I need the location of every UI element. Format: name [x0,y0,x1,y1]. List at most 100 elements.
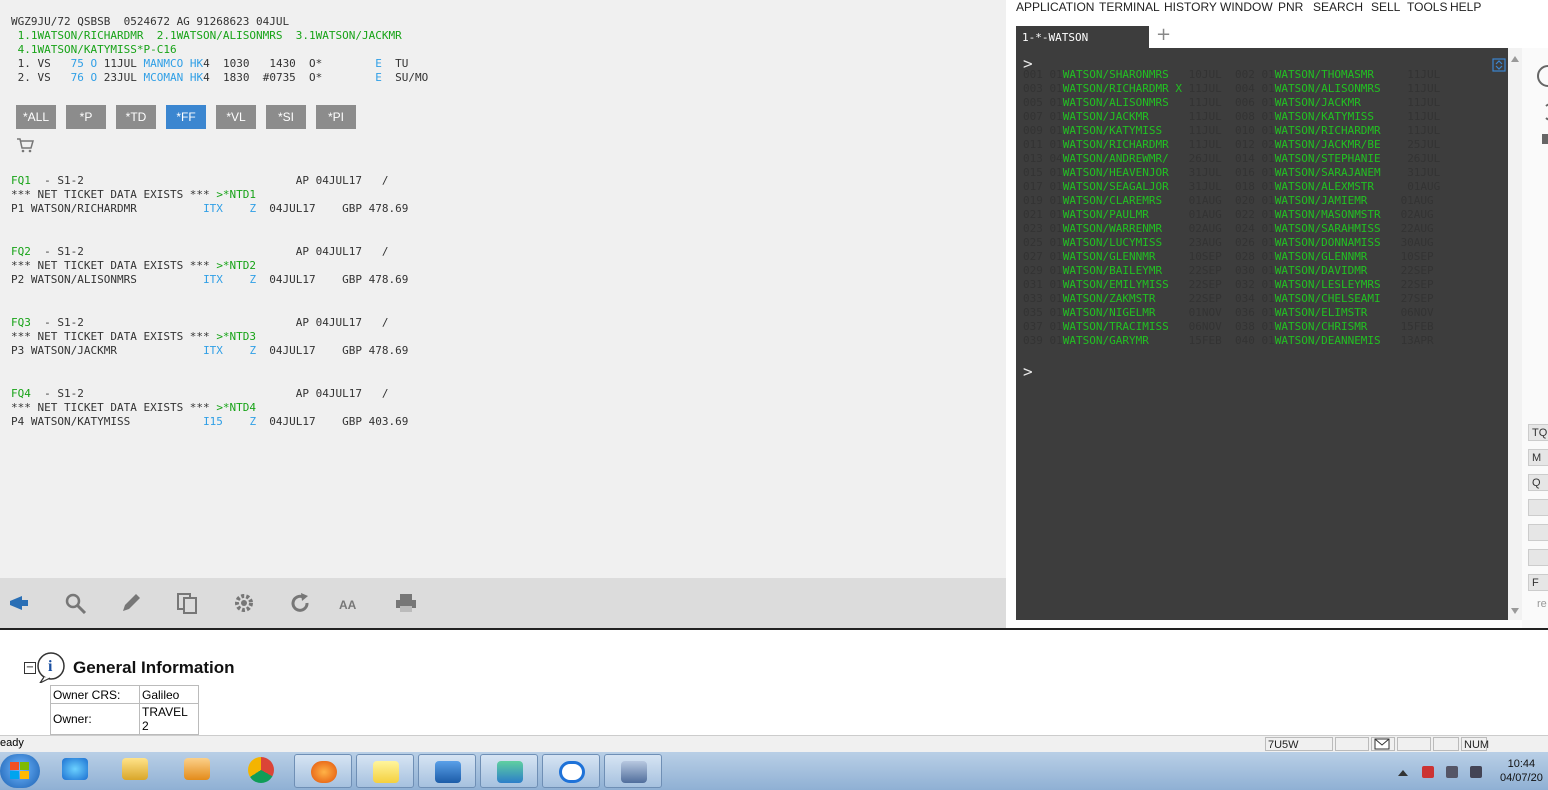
result-name-link[interactable]: WATSON/BAILEYMR [1063,264,1182,277]
side-button[interactable]: F [1528,574,1548,591]
result-name-link[interactable]: WATSON/ZAKMSTR [1063,292,1182,305]
result-name-link[interactable]: WATSON/JACKMR [1275,96,1401,109]
command-button[interactable]: *VL [216,105,256,129]
side-button[interactable]: Q [1528,474,1548,491]
result-name-link[interactable]: WATSON/HEAVENJOR [1063,166,1182,179]
result-name-link[interactable]: WATSON/LUCYMISS [1063,236,1182,249]
result-name-link[interactable]: WATSON/SARAHMISS [1275,222,1394,235]
command-button[interactable]: *PI [316,105,356,129]
command-button[interactable]: *ALL [16,105,56,129]
result-name-link[interactable]: WATSON/DAVIDMR [1275,264,1394,277]
pencil-icon[interactable] [120,592,144,614]
result-name-link[interactable]: WATSON/TRACIMISS [1063,320,1182,333]
action-center-icon[interactable] [1422,766,1434,778]
terminal-scrollbar[interactable] [1492,48,1522,620]
scroll-toggle-icon[interactable] [1492,58,1506,72]
menu-item[interactable]: HELP [1450,0,1481,14]
status-mail[interactable] [1371,737,1395,751]
menu-item[interactable]: PNR [1278,0,1303,14]
result-name-link[interactable]: WATSON/KATYMISS [1275,110,1401,123]
result-name-link[interactable]: WATSON/DONNAMISS [1275,236,1394,249]
side-button[interactable] [1528,549,1548,566]
tray-expand-icon[interactable] [1398,768,1408,776]
result-name-link[interactable]: WATSON/SEAGALJOR [1063,180,1182,193]
result-name-link[interactable]: WATSON/RICHARDMR [1275,124,1401,137]
result-name-link[interactable]: WATSON/JAMIEMR [1275,194,1394,207]
menu-item[interactable]: SELL [1371,0,1400,14]
add-tab-button[interactable]: + [1156,24,1171,45]
result-name-link[interactable]: WATSON/GARYMR [1063,334,1182,347]
result-name-link[interactable]: WATSON/CHELSEAMI [1275,292,1394,305]
command-button[interactable]: *P [66,105,106,129]
menu-item[interactable]: WINDOW [1220,0,1273,14]
result-name-link[interactable]: WATSON/GLENNMR [1063,250,1182,263]
taskbar-remote-desktop[interactable] [604,754,662,788]
tab-watson[interactable]: 1-*-WATSON [1016,26,1149,50]
menu-item[interactable]: TERMINAL [1099,0,1160,14]
result-name-link[interactable]: WATSON/SARAJANEM [1275,166,1401,179]
side-button[interactable]: TQ [1528,424,1548,441]
taskbar-sticky-notes[interactable] [356,754,414,788]
chrome-icon[interactable] [248,757,274,783]
result-name-link[interactable]: WATSON/RICHARDMR X [1063,82,1182,95]
network-icon[interactable] [1446,766,1458,778]
result-name-link[interactable]: WATSON/ELIMSTR [1275,306,1394,319]
result-name-link[interactable]: WATSON/ALISONMRS [1063,96,1182,109]
taskbar-firefox[interactable] [294,754,352,788]
cart-icon[interactable] [16,137,34,153]
result-name-link[interactable]: WATSON/STEPHANIE [1275,152,1401,165]
result-name-link[interactable]: WATSON/ALISONMRS [1275,82,1401,95]
side-button[interactable] [1528,524,1548,541]
taskbar-galileo[interactable] [542,754,600,788]
media-player-icon[interactable] [184,758,210,780]
result-name-link[interactable]: WATSON/MASONMSTR [1275,208,1394,221]
search-terminal[interactable]: > 001 01WATSON/SHARONMRS 10JUL 002 01WAT… [1016,48,1508,620]
menu-item[interactable]: APPLICATION [1016,0,1094,14]
result-name-link[interactable]: WATSON/CHRISMR [1275,320,1394,333]
result-name-link[interactable]: WATSON/EMILYMISS [1063,278,1182,291]
result-name-link[interactable]: WATSON/RICHARDMR [1063,138,1182,151]
copy-icon[interactable] [176,592,200,614]
taskbar-clock[interactable]: 10:44 04/07/20 [1500,757,1543,785]
command-button[interactable]: *TD [116,105,156,129]
search-icon[interactable] [64,592,88,614]
result-name-link[interactable]: WATSON/DEANNEMIS [1275,334,1394,347]
taskbar-app[interactable] [480,754,538,788]
refresh-icon[interactable] [288,592,312,614]
side-button[interactable] [1528,499,1548,516]
menu-item[interactable]: HISTORY [1164,0,1217,14]
left-terminal-pane[interactable]: WGZ9JU/72 QSBSB 0524672 AG 91268623 04JU… [0,0,1006,578]
side-panel-icons[interactable] [1536,64,1548,144]
font-size-icon[interactable]: AA [338,592,362,614]
result-name-link[interactable]: WATSON/JACKMR/BE [1275,138,1401,151]
result-name-link[interactable]: WATSON/ALEXMSTR [1275,180,1401,193]
volume-icon[interactable] [1470,766,1482,778]
print-icon[interactable] [394,592,418,614]
result-name-link[interactable]: WATSON/PAULMR [1063,208,1182,221]
menu-item[interactable]: TOOLS [1407,0,1447,14]
result-name-link[interactable]: WATSON/GLENNMR [1275,250,1394,263]
result-name-link[interactable]: WATSON/THOMASMR [1275,68,1401,81]
megaphone-icon[interactable] [8,592,32,614]
result-name-link[interactable]: WATSON/KATYMISS [1063,124,1182,137]
result-name-link[interactable]: WATSON/CLAREMRS [1063,194,1182,207]
scroll-down-icon[interactable] [1511,608,1519,614]
side-button[interactable]: M [1528,449,1548,466]
command-button[interactable]: *SI [266,105,306,129]
start-button[interactable] [0,754,40,788]
result-name-link[interactable]: WATSON/JACKMR [1063,110,1182,123]
internet-explorer-icon[interactable] [62,758,88,780]
result-name-link[interactable]: WATSON/SHARONMRS [1063,68,1182,81]
file-explorer-icon[interactable] [122,758,148,780]
scroll-up-icon[interactable] [1511,56,1519,62]
result-name-link[interactable]: WATSON/WARRENMR [1063,222,1182,235]
result-name-link[interactable]: WATSON/NIGELMR [1063,306,1182,319]
taskbar-outlook[interactable] [418,754,476,788]
command-button[interactable]: *FF [166,105,206,129]
result-name-link[interactable]: WATSON/LESLEYMRS [1275,278,1394,291]
gear-icon[interactable] [232,592,256,614]
collapse-toggle[interactable]: − [24,662,36,674]
result-name-link[interactable]: WATSON/ANDREWMR/ [1063,152,1182,165]
menu-item[interactable]: SEARCH [1313,0,1363,14]
terminal-prompt-bottom[interactable]: > [1023,362,1033,381]
